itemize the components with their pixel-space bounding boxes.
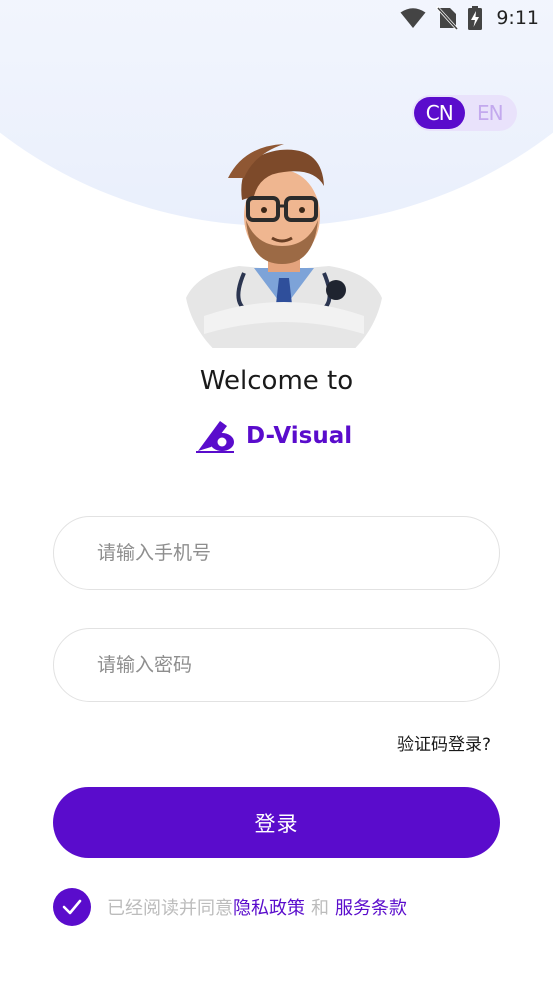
brand: D-Visual xyxy=(196,416,352,456)
welcome-title: Welcome to xyxy=(199,366,354,396)
agreement-prefix: 已经阅读并同意 xyxy=(107,898,233,919)
agreement-checkbox[interactable] xyxy=(53,888,91,926)
status-bar: 9:11 xyxy=(0,0,553,38)
login-button[interactable]: 登录 xyxy=(53,787,500,858)
d-visual-logo-icon xyxy=(196,421,234,453)
brand-name: D-Visual xyxy=(246,423,353,449)
phone-field[interactable] xyxy=(53,516,500,590)
battery-charging-icon xyxy=(468,6,483,30)
password-input[interactable] xyxy=(54,629,499,701)
code-login-link[interactable]: 验证码登录? xyxy=(397,730,491,755)
phone-input[interactable] xyxy=(54,517,499,589)
password-field[interactable] xyxy=(53,628,500,702)
lang-option-en[interactable]: EN xyxy=(465,97,516,129)
doctor-avatar xyxy=(184,138,384,348)
no-sim-icon xyxy=(436,6,459,30)
lang-option-cn[interactable]: CN xyxy=(414,97,465,129)
language-toggle[interactable]: CN EN xyxy=(412,95,517,131)
privacy-policy-link[interactable]: 隐私政策 xyxy=(233,894,305,920)
agreement-conjunction: 和 xyxy=(311,898,329,919)
wifi-icon xyxy=(400,8,426,28)
agreement-row: 已经阅读并同意 隐私政策 和 服务条款 xyxy=(53,888,407,926)
terms-of-service-link[interactable]: 服务条款 xyxy=(335,894,407,920)
status-time: 9:11 xyxy=(496,7,539,29)
check-icon xyxy=(62,899,82,915)
